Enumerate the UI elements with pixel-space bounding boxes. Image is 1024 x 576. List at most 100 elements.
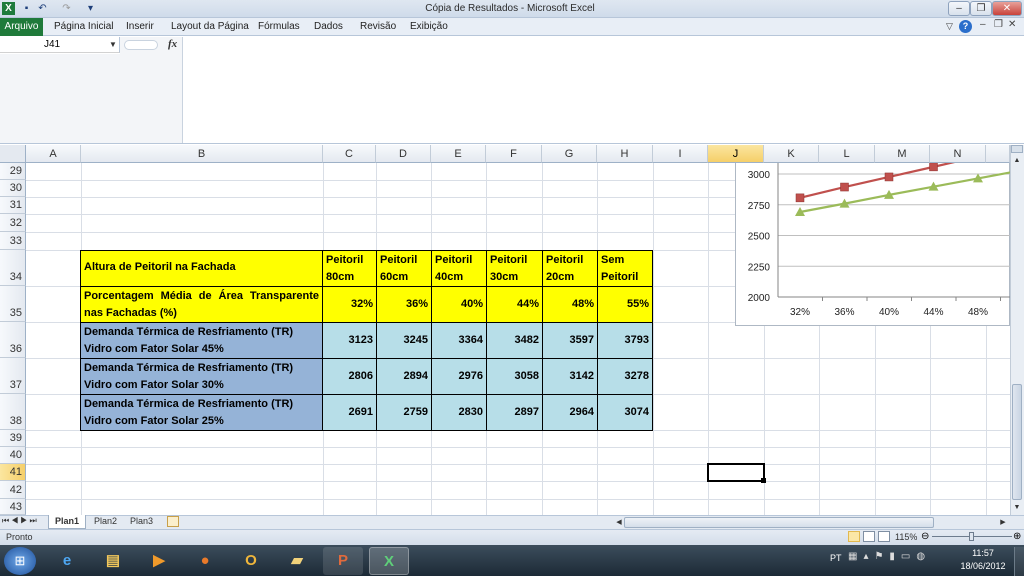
table-row-label[interactable]: Demanda Térmica de Resfriamento (TR) Vid… xyxy=(80,322,323,359)
close-button[interactable]: ✕ xyxy=(992,1,1022,16)
zoom-slider-thumb[interactable] xyxy=(969,532,974,541)
sheet-tab-plan1[interactable]: Plan1 xyxy=(48,515,87,529)
column-header-b[interactable]: B xyxy=(81,145,323,163)
table-cell[interactable]: 2759 xyxy=(376,394,432,431)
table-cell[interactable]: 3245 xyxy=(376,322,432,359)
scroll-right-icon[interactable]: ▶ xyxy=(998,518,1008,527)
scroll-down-icon[interactable]: ▼ xyxy=(1011,502,1023,514)
column-header-f[interactable]: F xyxy=(486,145,542,163)
firefox-icon[interactable]: ● xyxy=(185,547,225,575)
table-pct-value[interactable]: 40% xyxy=(431,286,487,323)
row-header-43[interactable]: 43 xyxy=(0,499,26,515)
table-header-label[interactable]: Altura de Peitoril na Fachada xyxy=(80,250,323,287)
windows-start-icon[interactable]: ⊞ xyxy=(4,547,36,575)
sheet-nav-icon[interactable]: ⏮◀▶⏭ xyxy=(2,516,39,526)
sheet-tab-plan3[interactable]: Plan3 xyxy=(124,515,159,529)
row-header-41[interactable]: 41 xyxy=(0,464,26,481)
column-header-h[interactable]: H xyxy=(597,145,653,163)
column-header-next[interactable] xyxy=(986,145,1010,163)
excel-taskbar-icon[interactable]: X xyxy=(369,547,409,575)
table-cell[interactable]: 3364 xyxy=(431,322,487,359)
table-cell[interactable]: 3123 xyxy=(322,322,377,359)
table-pct-value[interactable]: 48% xyxy=(542,286,598,323)
clock-date[interactable]: 18/06/2012 xyxy=(956,561,1010,571)
doc-close-icon[interactable]: ✕ xyxy=(1008,19,1016,30)
table-header-cell[interactable]: Peitoril 80cm xyxy=(322,250,377,287)
row-header-34[interactable]: 34 xyxy=(0,250,26,286)
row-header-29[interactable]: 29 xyxy=(0,163,26,180)
fill-handle[interactable] xyxy=(761,478,766,483)
media-player-icon[interactable]: ▶ xyxy=(139,547,179,575)
table-header-cell[interactable]: Peitoril 30cm xyxy=(486,250,543,287)
table-cell[interactable]: 2897 xyxy=(486,394,543,431)
zoom-level[interactable]: 115% xyxy=(895,529,917,545)
internet-explorer-icon[interactable]: e xyxy=(47,547,87,575)
tab-view[interactable]: Exibição xyxy=(404,18,454,36)
table-pct-value[interactable]: 32% xyxy=(322,286,377,323)
excel-icon[interactable]: X xyxy=(2,2,15,15)
table-row-label[interactable]: Demanda Térmica de Resfriamento (TR) Vid… xyxy=(80,358,323,395)
table-cell[interactable]: 3058 xyxy=(486,358,543,395)
column-header-g[interactable]: G xyxy=(542,145,597,163)
tab-data[interactable]: Dados xyxy=(308,18,349,36)
table-cell[interactable]: 2976 xyxy=(431,358,487,395)
restore-button[interactable]: ❐ xyxy=(970,1,992,16)
table-header-cell[interactable]: Peitoril 60cm xyxy=(376,250,432,287)
file-explorer-icon[interactable]: ▤ xyxy=(93,547,133,575)
table-cell[interactable]: 2894 xyxy=(376,358,432,395)
tab-insert[interactable]: Inserir xyxy=(120,18,160,36)
powerpoint-icon[interactable]: P xyxy=(323,547,363,575)
tab-page-layout[interactable]: Layout da Página xyxy=(165,18,255,36)
chevron-down-icon[interactable]: ▼ xyxy=(108,37,118,53)
row-header-39[interactable]: 39 xyxy=(0,430,26,447)
save-icon[interactable]: ▪ xyxy=(20,2,33,15)
scroll-up-icon[interactable]: ▲ xyxy=(1011,155,1023,167)
row-header-30[interactable]: 30 xyxy=(0,180,26,197)
name-box[interactable]: J41 xyxy=(0,37,120,53)
column-header-l[interactable]: L xyxy=(819,145,875,163)
table-cell[interactable]: 3278 xyxy=(597,358,653,395)
tab-home[interactable]: Página Inicial xyxy=(48,18,119,36)
show-desktop-button[interactable] xyxy=(1014,547,1024,576)
table-cell[interactable]: 2964 xyxy=(542,394,598,431)
row-header-36[interactable]: 36 xyxy=(0,322,26,358)
table-pct-label[interactable]: Porcentagem Média de Área Transparente n… xyxy=(80,286,323,323)
ribbon-minimize-icon[interactable]: ▽ xyxy=(946,21,953,32)
line-chart[interactable]: 3000 2750 2500 2250 2000 32% 36% 40% 44% 48% xyxy=(735,147,1012,326)
doc-minimize-icon[interactable]: – xyxy=(980,19,986,30)
table-header-cell[interactable]: Peitoril 40cm xyxy=(431,250,487,287)
row-header-33[interactable]: 33 xyxy=(0,232,26,250)
column-header-k[interactable]: K xyxy=(764,145,819,163)
split-handle[interactable] xyxy=(1011,145,1023,153)
tab-review[interactable]: Revisão xyxy=(354,18,402,36)
insert-function-icon[interactable]: fx xyxy=(168,38,177,50)
zoom-in-icon[interactable]: ⊕ xyxy=(1013,529,1021,545)
table-cell[interactable]: 3793 xyxy=(597,322,653,359)
outlook-icon[interactable]: O xyxy=(231,547,271,575)
tray-icons[interactable]: ▦▴⚑▮▭◍ xyxy=(848,551,931,562)
table-cell[interactable]: 2830 xyxy=(431,394,487,431)
sheet-tab-plan2[interactable]: Plan2 xyxy=(88,515,123,529)
table-cell[interactable]: 2691 xyxy=(322,394,377,431)
row-header-40[interactable]: 40 xyxy=(0,447,26,464)
tab-file[interactable]: Arquivo xyxy=(0,18,43,36)
doc-restore-icon[interactable]: ❐ xyxy=(994,19,1003,30)
normal-view-icon[interactable] xyxy=(848,531,860,542)
table-cell[interactable]: 3597 xyxy=(542,322,598,359)
row-header-37[interactable]: 37 xyxy=(0,358,26,394)
table-cell[interactable]: 3482 xyxy=(486,322,543,359)
column-header-j[interactable]: J xyxy=(708,145,764,163)
table-pct-value[interactable]: 44% xyxy=(486,286,543,323)
table-cell[interactable]: 2806 xyxy=(322,358,377,395)
table-row-label[interactable]: Demanda Térmica de Resfriamento (TR) Vid… xyxy=(80,394,323,431)
select-all-corner[interactable] xyxy=(0,145,26,163)
undo-icon[interactable]: ↶ xyxy=(36,2,49,15)
active-cell-j41[interactable] xyxy=(707,463,765,482)
column-header-e[interactable]: E xyxy=(431,145,486,163)
row-header-31[interactable]: 31 xyxy=(0,197,26,214)
page-layout-view-icon[interactable] xyxy=(863,531,875,542)
table-header-cell[interactable]: Sem Peitoril xyxy=(597,250,653,287)
scroll-left-icon[interactable]: ◀ xyxy=(614,518,624,527)
row-header-35[interactable]: 35 xyxy=(0,286,26,322)
page-break-view-icon[interactable] xyxy=(878,531,890,542)
